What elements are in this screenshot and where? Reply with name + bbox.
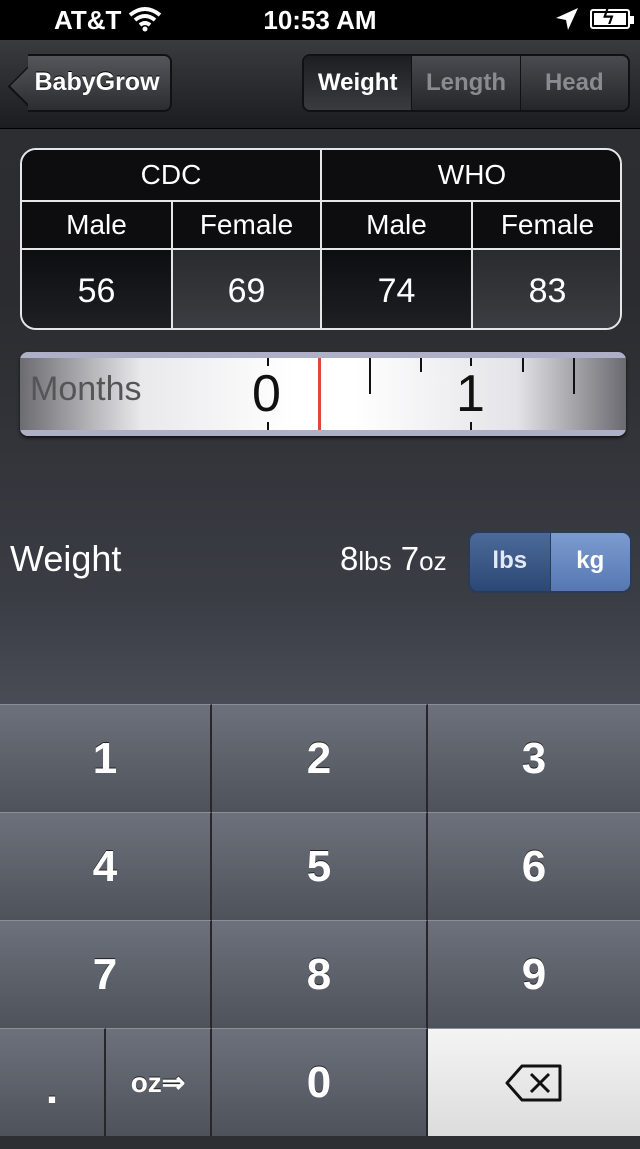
location-arrow-icon xyxy=(556,8,578,30)
slider-tick xyxy=(420,358,422,372)
status-time: 10:53 AM xyxy=(263,5,377,35)
slider-tick xyxy=(369,358,371,394)
key-7[interactable]: 7 xyxy=(0,920,212,1028)
key-9[interactable]: 9 xyxy=(428,920,640,1028)
key-8[interactable]: 8 xyxy=(212,920,428,1028)
slider-needle[interactable] xyxy=(318,358,321,430)
slider-label: Months xyxy=(30,370,142,408)
percentile-cdc-female: 69 xyxy=(173,248,322,328)
measurement-value: 8lbs 7oz xyxy=(340,540,447,578)
tab-length[interactable]: Length xyxy=(411,56,519,110)
percentile-who-female: 83 xyxy=(473,248,620,328)
key-0[interactable]: 0 xyxy=(212,1028,428,1136)
back-button-label: BabyGrow xyxy=(34,68,160,96)
slider-tick xyxy=(522,358,524,372)
column-header-who-male: Male xyxy=(322,200,473,248)
back-button[interactable]: BabyGrow xyxy=(7,54,172,112)
slider-marker-0: 0 xyxy=(252,365,281,423)
measurement-segmented-control: Weight Length Head xyxy=(302,54,630,112)
percentile-table: CDC WHO Male Female Male Female 56 69 74… xyxy=(20,148,622,330)
unit-toggle: lbs kg xyxy=(470,533,630,591)
percentile-who-male: 74 xyxy=(322,248,473,328)
percentile-cdc-male: 56 xyxy=(22,248,173,328)
key-delete[interactable] xyxy=(428,1028,640,1136)
status-bar: AT&T 10:53 AM ϟ xyxy=(0,0,640,53)
tab-weight[interactable]: Weight xyxy=(304,56,412,110)
key-3[interactable]: 3 xyxy=(428,704,640,812)
column-header-cdc-female: Female xyxy=(173,200,322,248)
navigation-bar: BabyGrow Weight Length Head xyxy=(0,40,640,129)
key-4[interactable]: 4 xyxy=(0,812,212,920)
lbs-unit: lbs xyxy=(358,546,392,576)
unit-lbs-button[interactable]: lbs xyxy=(470,533,550,591)
group-header-cdc: CDC xyxy=(22,150,322,200)
column-header-who-female: Female xyxy=(473,200,620,248)
battery-icon: ϟ xyxy=(590,7,634,29)
lbs-value: 8 xyxy=(340,540,359,577)
backspace-icon xyxy=(505,1064,562,1102)
key-1[interactable]: 1 xyxy=(0,704,212,812)
tab-head[interactable]: Head xyxy=(519,56,628,110)
key-2[interactable]: 2 xyxy=(212,704,428,812)
numeric-keypad: 1 2 3 4 5 6 7 8 9 . oz⇒ 0 xyxy=(0,704,640,1136)
oz-value: 7 xyxy=(400,540,420,577)
key-6[interactable]: 6 xyxy=(428,812,640,920)
measurement-label: Weight xyxy=(10,538,122,579)
group-header-who: WHO xyxy=(322,150,620,200)
slider-marker-1: 1 xyxy=(456,365,485,423)
key-decimal[interactable]: . xyxy=(0,1028,106,1136)
key-oz-switch[interactable]: oz⇒ xyxy=(106,1028,212,1136)
oz-unit: oz xyxy=(419,546,447,576)
slider-tick xyxy=(573,358,575,394)
key-5[interactable]: 5 xyxy=(212,812,428,920)
age-months-slider[interactable]: Months 0 1 xyxy=(20,352,626,436)
column-header-cdc-male: Male xyxy=(22,200,173,248)
unit-kg-button[interactable]: kg xyxy=(549,533,630,591)
